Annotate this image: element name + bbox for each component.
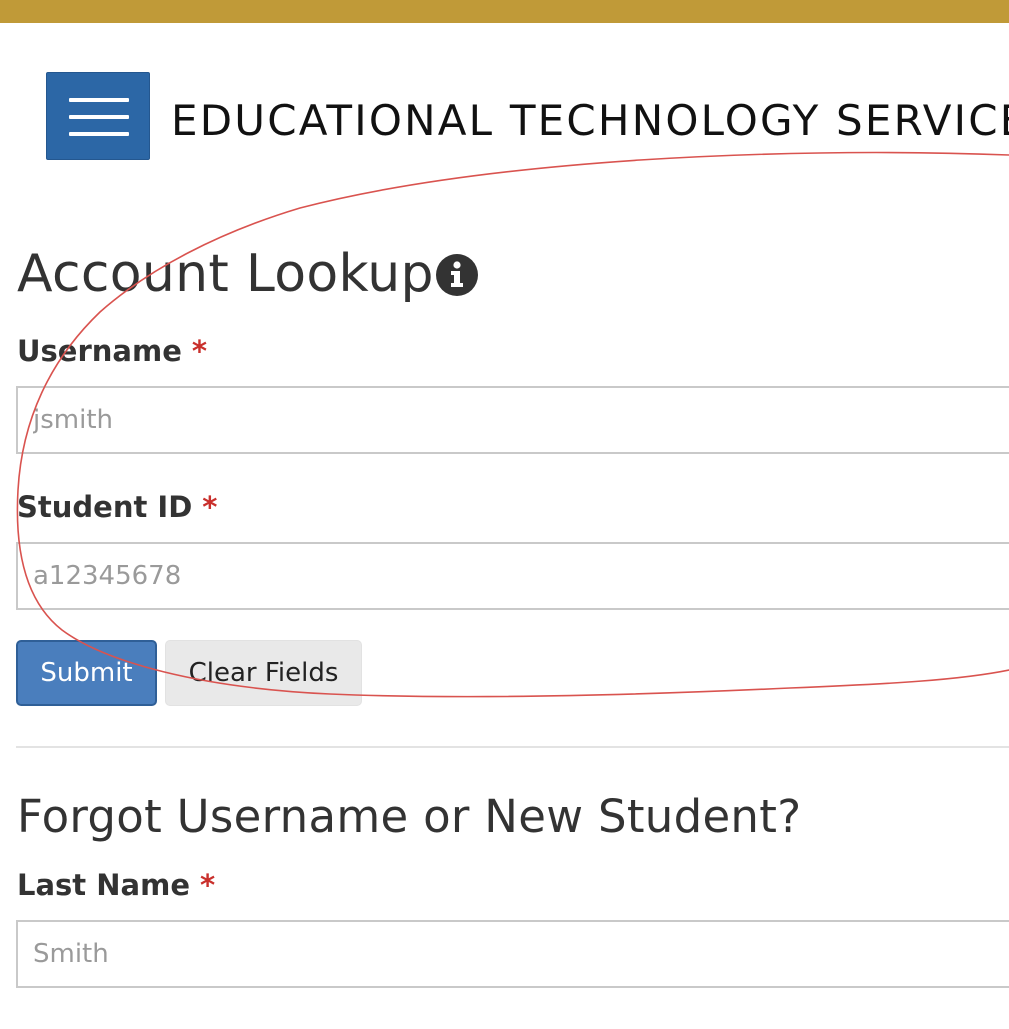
info-circle-icon[interactable] <box>436 254 478 296</box>
top-accent-bar <box>0 0 1009 23</box>
account-lookup-title: Account Lookup <box>17 244 434 304</box>
required-marker: * <box>200 868 216 902</box>
required-marker: * <box>191 334 208 368</box>
submit-button[interactable]: Submit <box>16 640 157 706</box>
username-input[interactable] <box>16 386 1009 454</box>
page: EDUCATIONAL TECHNOLOGY SERVICES Account … <box>0 0 1009 1029</box>
forgot-username-title: Forgot Username or New Student? <box>17 790 802 843</box>
site-title[interactable]: EDUCATIONAL TECHNOLOGY SERVICES <box>171 96 1009 145</box>
student-id-label-text: Student ID <box>17 490 193 524</box>
student-id-label: Student ID * <box>17 490 217 524</box>
last-name-label: Last Name * <box>17 868 215 902</box>
clear-fields-button[interactable]: Clear Fields <box>165 640 362 706</box>
required-marker: * <box>202 490 218 524</box>
username-label: Username * <box>17 334 207 368</box>
section-divider <box>16 746 1009 748</box>
last-name-label-text: Last Name <box>17 868 190 902</box>
menu-button[interactable] <box>46 72 150 160</box>
username-label-text: Username <box>17 334 182 368</box>
student-id-input[interactable] <box>16 542 1009 610</box>
last-name-input[interactable] <box>16 920 1009 988</box>
